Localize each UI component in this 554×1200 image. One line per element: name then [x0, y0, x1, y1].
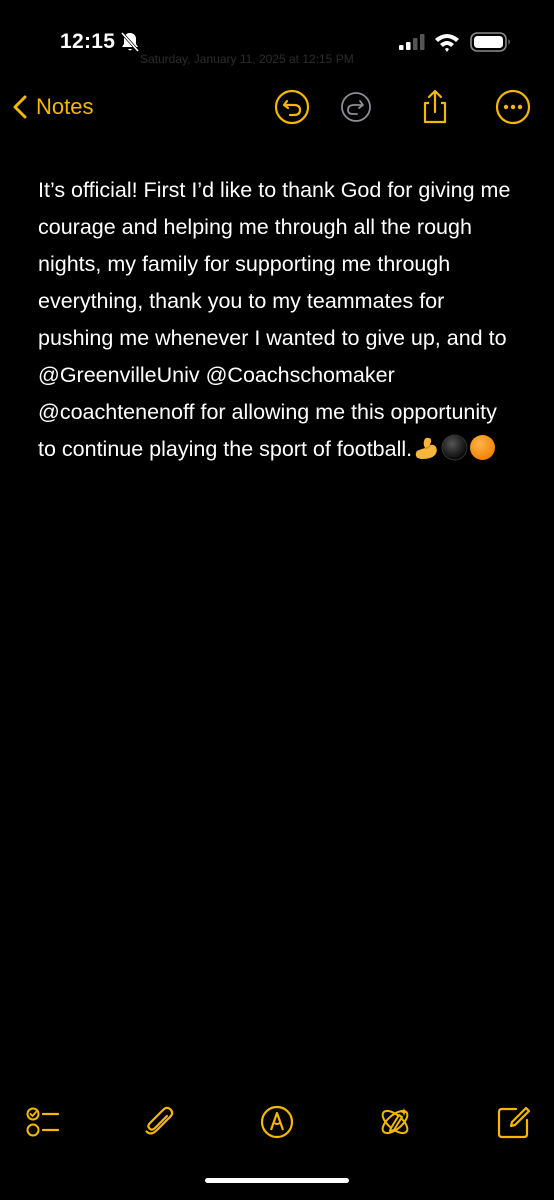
more-icon[interactable] [494, 88, 532, 126]
writing-tools-icon[interactable] [375, 1102, 415, 1142]
cellular-signal-icon [399, 34, 425, 50]
undo-icon[interactable] [273, 88, 311, 126]
wifi-icon [435, 34, 459, 52]
compose-icon[interactable] [494, 1102, 534, 1142]
note-text: It’s official! First I’d like to thank G… [38, 178, 511, 461]
note-body[interactable]: It’s official! First I’d like to thank G… [38, 172, 518, 468]
ghost-date-text: Saturday, January 11, 2025 at 12:15 PM [140, 52, 354, 66]
bottom-toolbar [0, 1100, 554, 1144]
notes-app-screen: 12:15 Saturday, January 11, 2025 at 12:1… [0, 0, 554, 1200]
share-icon[interactable] [416, 88, 454, 126]
back-to-notes-button[interactable]: Notes [10, 88, 93, 126]
paperclip-icon[interactable] [140, 1102, 180, 1142]
navigation-bar: Notes [0, 82, 554, 132]
home-indicator[interactable] [205, 1178, 349, 1183]
black-circle-emoji [441, 434, 468, 461]
back-button-label: Notes [36, 94, 94, 119]
flexed-biceps-emoji [415, 437, 437, 459]
chevron-left-icon [13, 95, 27, 119]
battery-icon [470, 32, 510, 52]
bell-slash-icon [120, 32, 140, 52]
status-time: 12:15 [60, 30, 116, 53]
redo-icon[interactable] [337, 88, 375, 126]
markup-pen-icon[interactable] [257, 1102, 297, 1142]
orange-circle-emoji [470, 435, 496, 460]
checklist-icon[interactable] [24, 1102, 64, 1142]
status-bar: 12:15 Saturday, January 11, 2025 at 12:1… [0, 20, 554, 66]
